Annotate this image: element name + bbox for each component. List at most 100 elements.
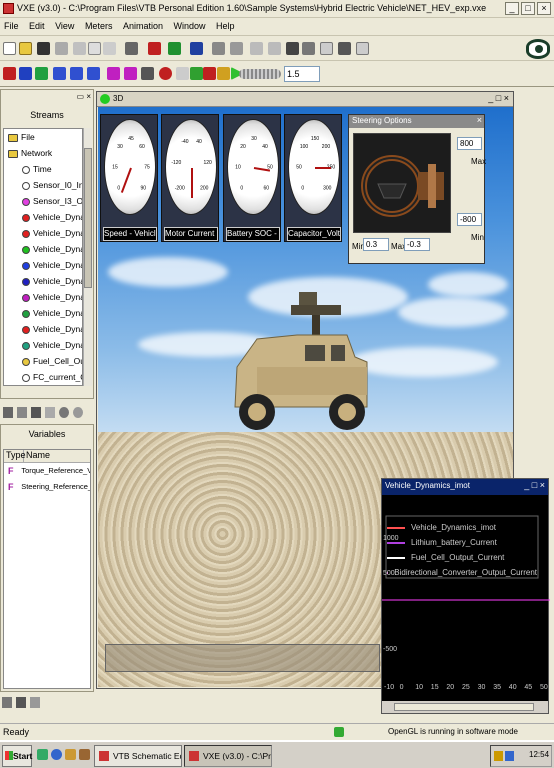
- list-item[interactable]: Vehicle_Dynamics_: [4, 289, 82, 305]
- open-icon[interactable]: [19, 42, 32, 55]
- minimize-button[interactable]: _: [505, 2, 519, 15]
- lock-icon[interactable]: [338, 42, 351, 55]
- gauge[interactable]: 0 10 20 30 40 50 60 Battery SOC - L: [223, 114, 281, 242]
- pause-icon[interactable]: [217, 67, 230, 80]
- tray-2-icon[interactable]: [505, 751, 514, 761]
- tree-folder[interactable]: Network: [4, 145, 82, 161]
- stream-tool-4-icon[interactable]: [45, 407, 55, 418]
- list-item[interactable]: Vehicle_Dynamics_: [4, 225, 82, 241]
- menu-meters[interactable]: Meters: [81, 19, 117, 31]
- list-item[interactable]: Vehicle_Dynamics_: [4, 209, 82, 225]
- object-icon[interactable]: [168, 42, 181, 55]
- column-type[interactable]: Type: [4, 450, 26, 462]
- chart-bar-icon[interactable]: [19, 67, 32, 80]
- tool-icon[interactable]: [212, 42, 225, 55]
- list-item[interactable]: Vehicle_Dynamics_: [4, 321, 82, 337]
- settings-icon[interactable]: [286, 42, 299, 55]
- meter-b-icon[interactable]: [70, 67, 83, 80]
- lock2-icon[interactable]: [176, 67, 189, 80]
- pen-icon[interactable]: [125, 42, 138, 55]
- list-item[interactable]: Vehicle_Dynamics_: [4, 337, 82, 353]
- wave-icon[interactable]: [35, 67, 48, 80]
- min-sensitivity-input[interactable]: 0.3: [363, 238, 389, 251]
- save-icon[interactable]: [37, 42, 50, 55]
- view-icon[interactable]: [356, 42, 369, 55]
- plot-window-buttons[interactable]: _ □ ×: [524, 480, 545, 490]
- list-item[interactable]: Fuel_Cell_Output_\: [4, 353, 82, 369]
- tray-1-icon[interactable]: [494, 751, 503, 761]
- distribute-icon[interactable]: [268, 42, 281, 55]
- tree-folder[interactable]: File: [4, 129, 82, 145]
- menu-window[interactable]: Window: [170, 19, 210, 31]
- window-icon[interactable]: [320, 42, 333, 55]
- paste-icon[interactable]: [103, 42, 116, 55]
- table-row[interactable]: F Torque_Reference_Volta: [4, 463, 90, 479]
- stream-tool-2-icon[interactable]: [17, 407, 27, 418]
- meter-icon[interactable]: [148, 42, 161, 55]
- record-icon[interactable]: [159, 67, 172, 80]
- meter-a-icon[interactable]: [53, 67, 66, 80]
- maximize-button[interactable]: □: [521, 2, 535, 15]
- align-icon[interactable]: [250, 42, 263, 55]
- list-item[interactable]: Vehicle_Dynamics_: [4, 305, 82, 321]
- record-chart-icon[interactable]: [3, 67, 16, 80]
- panel-buttons[interactable]: ▭ ×: [77, 92, 91, 101]
- var-tool-2-icon[interactable]: [16, 697, 26, 708]
- stop-icon[interactable]: [203, 67, 216, 80]
- menu-file[interactable]: File: [0, 19, 23, 31]
- menu-help[interactable]: Help: [212, 19, 239, 31]
- var-tool-1-icon[interactable]: [2, 697, 12, 708]
- start-button[interactable]: Start: [2, 745, 32, 767]
- column-name[interactable]: Name: [24, 450, 50, 462]
- stream-tool-1-icon[interactable]: [3, 407, 13, 418]
- gauge[interactable]: 050100150200250300Capacitor_Volta: [284, 114, 342, 242]
- list-item[interactable]: Vehicle_Dynamics_: [4, 241, 82, 257]
- stream-tool-5-icon[interactable]: [59, 407, 69, 418]
- meter-e-icon[interactable]: [124, 67, 137, 80]
- quicklaunch-1-icon[interactable]: [37, 749, 48, 760]
- list-item[interactable]: Lithium_battery_C: [4, 385, 82, 386]
- max-sensitivity-input[interactable]: -0.3: [404, 238, 430, 251]
- rewind-icon[interactable]: [190, 67, 203, 80]
- menu-view[interactable]: View: [51, 19, 78, 31]
- quicklaunch-2-icon[interactable]: [51, 749, 62, 760]
- task-schematic-editor[interactable]: VTB Schematic Editor v3...: [94, 745, 182, 767]
- cut-icon[interactable]: [73, 42, 86, 55]
- max-value-input[interactable]: 800: [457, 137, 482, 150]
- var-tool-3-icon[interactable]: [30, 697, 40, 708]
- list-item[interactable]: Sensor_I3_Output_: [4, 193, 82, 209]
- chart-icon[interactable]: [190, 42, 203, 55]
- steering-close-button[interactable]: ×: [477, 115, 482, 125]
- list-item[interactable]: FC_current_Output: [4, 369, 82, 385]
- menu-edit[interactable]: Edit: [25, 19, 49, 31]
- gauge[interactable]: 0 15 30 45 60 75 90 Speed - Vehicle: [100, 114, 158, 242]
- list-item[interactable]: Vehicle_Dynamics_: [4, 257, 82, 273]
- speed-slider[interactable]: [239, 69, 281, 79]
- stream-tool-6-icon[interactable]: [73, 407, 83, 418]
- new-icon[interactable]: [3, 42, 16, 55]
- close-button[interactable]: ×: [537, 2, 551, 15]
- task-vxe[interactable]: VXE (v3.0) - C:\Progra...: [184, 745, 272, 767]
- print-icon[interactable]: [55, 42, 68, 55]
- wand-icon[interactable]: [230, 42, 243, 55]
- plot-scrollbar[interactable]: [382, 701, 548, 713]
- streams-scrollbar[interactable]: [83, 128, 92, 386]
- quicklaunch-3-icon[interactable]: [65, 749, 76, 760]
- menu-animation[interactable]: Animation: [119, 19, 167, 31]
- quicklaunch-4-icon[interactable]: [79, 749, 90, 760]
- folder-icon: [8, 133, 18, 142]
- copy-icon[interactable]: [88, 42, 101, 55]
- meter-c-icon[interactable]: [87, 67, 100, 80]
- meter-d-icon[interactable]: [107, 67, 120, 80]
- speed-input[interactable]: 1.5: [284, 66, 320, 82]
- list-item[interactable]: Vehicle_Dynamics_: [4, 273, 82, 289]
- gauge[interactable]: -200 -120 -40 40 120 200 Motor Current -: [161, 114, 219, 242]
- view-3d-buttons[interactable]: _ □ ×: [488, 93, 509, 103]
- list-item[interactable]: Sensor_I0_Input_C: [4, 177, 82, 193]
- grid-icon[interactable]: [302, 42, 315, 55]
- table-row[interactable]: F Steering_Reference_Volt: [4, 479, 90, 495]
- list-item[interactable]: Time: [4, 161, 82, 177]
- stream-tool-3-icon[interactable]: [31, 407, 41, 418]
- min-value-input[interactable]: -800: [457, 213, 482, 226]
- camera-icon[interactable]: [141, 67, 154, 80]
